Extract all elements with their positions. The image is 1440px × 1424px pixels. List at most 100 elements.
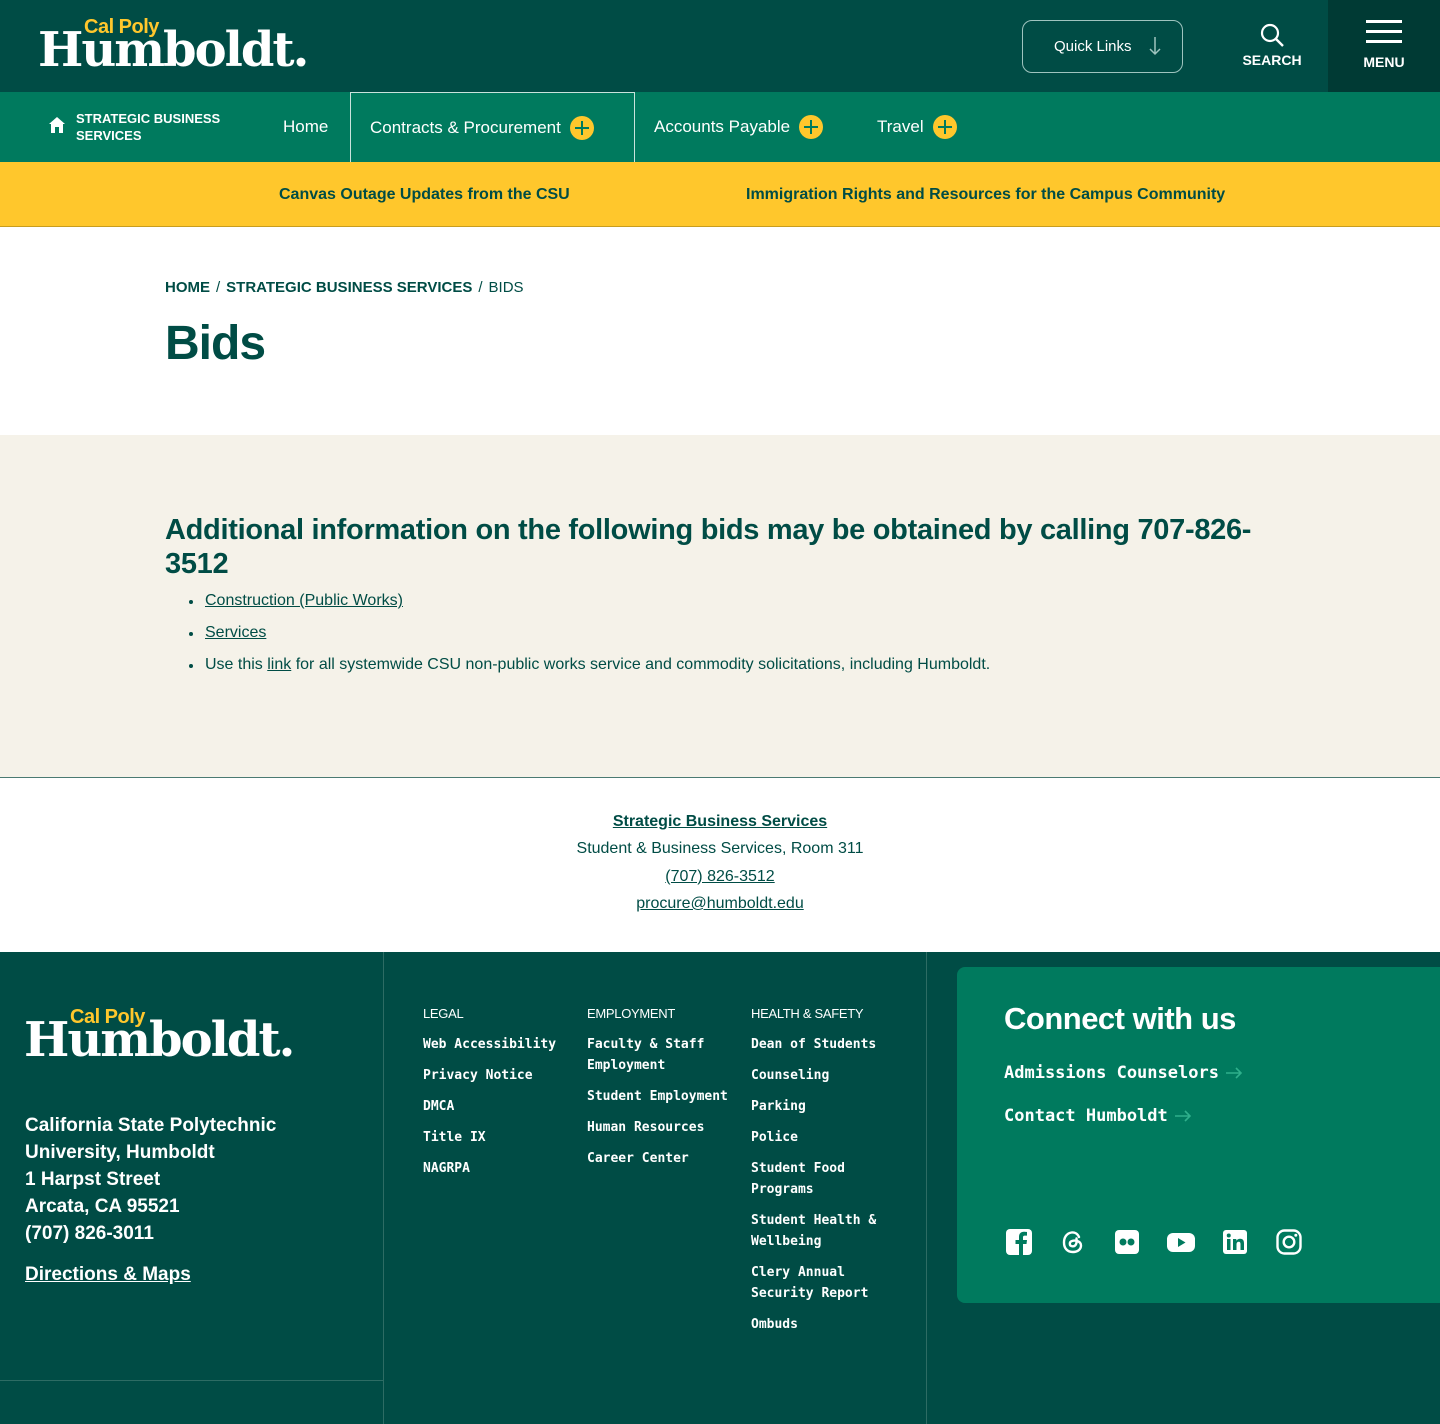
section-nav: STRATEGIC BUSINESS SERVICES Home Contrac… (0, 92, 1440, 162)
footer-link[interactable]: Career Center (587, 1148, 737, 1169)
nav-item-travel[interactable]: Travel (877, 92, 957, 162)
nav-item-accounts-payable[interactable]: Accounts Payable (654, 92, 824, 162)
footer-link[interactable]: Ombuds (751, 1314, 901, 1335)
contact-humboldt-link[interactable]: Contact Humboldt (1004, 1106, 1192, 1126)
breadcrumb-separator: / (478, 279, 483, 296)
contact-block: Strategic Business Services Student & Bu… (0, 778, 1440, 952)
address-line: University, Humboldt (25, 1142, 215, 1163)
list-item: Construction (Public Works) (188, 591, 990, 623)
contact-email-link[interactable]: procure@humboldt.edu (0, 895, 1440, 913)
contact-phone-link[interactable]: (707) 826-3512 (0, 868, 1440, 886)
search-button[interactable]: SEARCH (1232, 22, 1312, 74)
logo-cal-poly: Cal Poly (84, 16, 159, 38)
search-icon (1260, 23, 1284, 47)
directions-maps-link[interactable]: Directions & Maps (25, 1264, 191, 1286)
home-icon[interactable] (48, 116, 66, 134)
footer-logo-cal-poly: Cal Poly (70, 1006, 145, 1028)
alert-bar: Canvas Outage Updates from the CSU Immig… (0, 162, 1440, 227)
list-item: Services (188, 623, 990, 655)
contact-name-link[interactable]: Strategic Business Services (0, 813, 1440, 831)
nav-item-label: Contracts & Procurement (370, 117, 561, 137)
quick-links-label: Quick Links (1054, 38, 1132, 55)
page-title: Bids (165, 317, 266, 370)
connect-link-label: Contact Humboldt (1004, 1106, 1168, 1126)
hamburger-icon (1366, 20, 1402, 46)
arrow-down-icon (1149, 37, 1161, 56)
footer-link[interactable]: Human Resources (587, 1117, 737, 1138)
quick-links-button[interactable]: Quick Links (1022, 20, 1183, 73)
footer-link[interactable]: Privacy Notice (423, 1065, 573, 1086)
construction-link[interactable]: Construction (Public Works) (205, 592, 403, 609)
address-line: California State Polytechnic (25, 1115, 277, 1136)
footer-link[interactable]: DMCA (423, 1096, 573, 1117)
list-item-text: for all systemwide CSU non-public works … (291, 656, 991, 673)
footer-logo[interactable]: Humboldt. Cal Poly (24, 1006, 295, 1068)
footer-health-heading: HEALTH & SAFETY (751, 1006, 864, 1021)
breadcrumb: HOME / STRATEGIC BUSINESS SERVICES / BIDS (165, 279, 524, 296)
footer-link[interactable]: Student Employment (587, 1086, 737, 1107)
breadcrumb-home[interactable]: HOME (165, 279, 210, 296)
alert-immigration: Immigration Rights and Resources for the… (746, 186, 1225, 204)
nav-item-label: Accounts Payable (654, 117, 791, 136)
footer-link[interactable]: Web Accessibility (423, 1034, 573, 1055)
footer-link[interactable]: Dean of Students (751, 1034, 901, 1055)
arrow-right-icon (1225, 1067, 1243, 1079)
footer-link[interactable]: Clery Annual Security Report (751, 1262, 901, 1304)
footer-info-column: Humboldt. Cal Poly California State Poly… (0, 952, 384, 1424)
footer-link[interactable]: Title IX (423, 1127, 573, 1148)
footer-link[interactable]: Parking (751, 1096, 901, 1117)
contact-location: Student & Business Services, Room 311 (576, 840, 864, 857)
footer-link[interactable]: Police (751, 1127, 901, 1148)
nav-item-label: Travel (877, 117, 924, 136)
threads-icon[interactable] (1058, 1227, 1088, 1257)
nav-item-contracts-procurement[interactable]: Contracts & Procurement (350, 92, 635, 162)
address-line: Arcata, CA 95521 (25, 1196, 180, 1217)
main-content: Additional information on the following … (0, 435, 1440, 778)
site-header: Humboldt. Cal Poly Quick Links SEARCH ME… (0, 0, 1440, 92)
footer-phone[interactable]: (707) 826-3011 (25, 1220, 276, 1247)
breadcrumb-section[interactable]: STRATEGIC BUSINESS SERVICES (226, 279, 472, 296)
alert-canvas: Canvas Outage Updates from the CSU (279, 186, 570, 204)
footer-employment-heading: EMPLOYMENT (587, 1006, 676, 1021)
section-site-title[interactable]: STRATEGIC BUSINESS SERVICES (76, 110, 246, 144)
content-heading: Additional information on the following … (165, 514, 1252, 580)
alert-canvas-link[interactable]: Canvas Outage Updates from the CSU (279, 186, 570, 203)
facebook-icon[interactable] (1004, 1227, 1034, 1257)
expand-plus-icon[interactable] (569, 115, 594, 140)
menu-button[interactable]: MENU (1328, 0, 1440, 92)
nav-item-label: Home (283, 117, 329, 136)
footer-health-list: HEALTH & SAFETY Dean of Students Counsel… (751, 1006, 901, 1345)
youtube-icon[interactable] (1166, 1227, 1196, 1257)
footer-link[interactable]: Faculty & Staff Employment (587, 1034, 737, 1076)
breadcrumb-current: BIDS (488, 279, 524, 296)
alert-immigration-link[interactable]: Immigration Rights and Resources (746, 186, 1011, 203)
address-line: 1 Harpst Street (25, 1169, 161, 1190)
footer-link[interactable]: Student Health & Wellbeing (751, 1210, 901, 1252)
humboldt-logo[interactable]: Humboldt. Cal Poly (38, 16, 309, 78)
footer-legal-heading: LEGAL (423, 1006, 464, 1021)
instagram-icon[interactable] (1274, 1227, 1304, 1257)
csu-solicitations-link[interactable]: link (267, 656, 291, 673)
flickr-icon[interactable] (1112, 1227, 1142, 1257)
footer-employment-list: EMPLOYMENT Faculty & Staff Employment St… (587, 1006, 737, 1179)
footer-links-column: LEGAL Web Accessibility Privacy Notice D… (384, 952, 927, 1424)
list-item: Use this link for all systemwide CSU non… (188, 655, 991, 687)
footer-link[interactable]: NAGRPA (423, 1158, 573, 1179)
footer-divider (0, 1380, 383, 1381)
breadcrumb-separator: / (216, 279, 221, 296)
menu-label: MENU (1363, 54, 1405, 70)
expand-plus-icon[interactable] (932, 115, 957, 139)
services-link[interactable]: Services (205, 624, 266, 641)
site-footer: Humboldt. Cal Poly California State Poly… (0, 952, 1440, 1424)
search-label: SEARCH (1242, 52, 1302, 68)
bids-list: Construction (Public Works) Services Use… (188, 591, 991, 687)
nav-item-home[interactable]: Home (283, 92, 328, 162)
footer-logo-wordmark: Humboldt. (24, 1012, 295, 1068)
linkedin-icon[interactable] (1220, 1227, 1250, 1257)
expand-plus-icon[interactable] (799, 115, 824, 139)
footer-link[interactable]: Student Food Programs (751, 1158, 901, 1200)
connect-title: Connect with us (1004, 1001, 1236, 1036)
footer-link[interactable]: Counseling (751, 1065, 901, 1086)
admissions-counselors-link[interactable]: Admissions Counselors (1004, 1063, 1243, 1083)
alert-immigration-text: for the Campus Community (1010, 186, 1226, 203)
